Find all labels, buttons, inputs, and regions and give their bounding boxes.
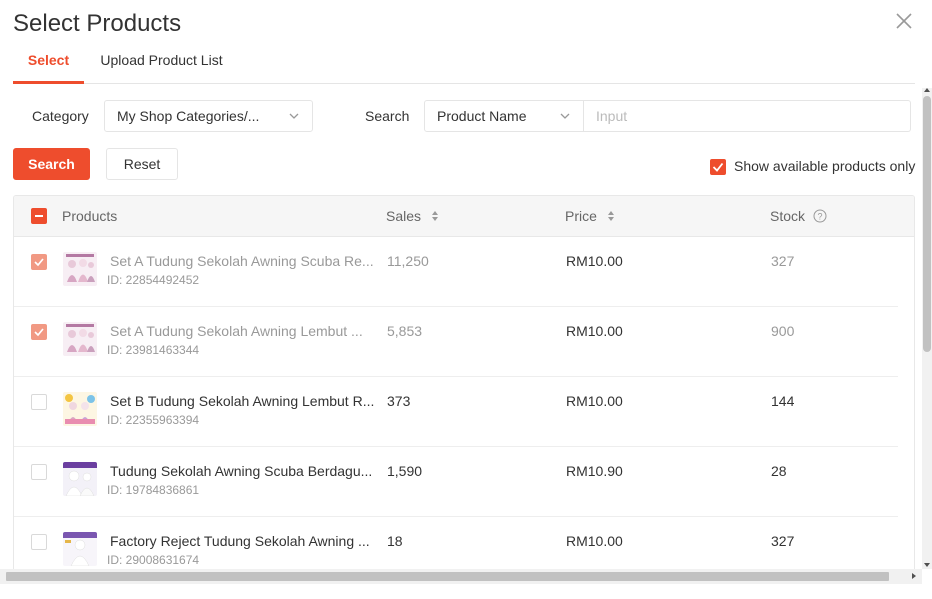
- row-checkbox[interactable]: [31, 534, 47, 550]
- header-price[interactable]: Price: [565, 208, 615, 224]
- header-stock-label: Stock: [770, 208, 806, 224]
- product-id: ID: 19784836861: [107, 483, 200, 497]
- scroll-right-arrow-icon[interactable]: [912, 573, 916, 579]
- scroll-down-arrow-icon[interactable]: [924, 563, 930, 567]
- tab-select[interactable]: Select: [13, 44, 84, 84]
- category-label: Category: [32, 108, 89, 124]
- product-thumbnail: [63, 392, 97, 426]
- chevron-down-icon: [289, 113, 299, 119]
- available-only-checkbox[interactable]: [710, 159, 726, 175]
- product-id: ID: 22355963394: [107, 413, 200, 427]
- product-sales: 18: [387, 533, 403, 549]
- horizontal-scrollbar-thumb[interactable]: [6, 572, 889, 581]
- scroll-up-arrow-icon[interactable]: [924, 88, 930, 92]
- header-products: Products: [62, 208, 118, 224]
- product-name: Set A Tudung Sekolah Awning Scuba Re...: [110, 253, 374, 269]
- table-row[interactable]: Set B Tudung Sekolah Awning Lembut R... …: [14, 377, 898, 447]
- product-stock: 28: [771, 463, 787, 479]
- products-table: Products Sales Price Stock ? Set A Tudun…: [13, 195, 915, 569]
- category-select-value: My Shop Categories/...: [117, 108, 260, 124]
- product-price: RM10.00: [566, 393, 623, 409]
- table-row[interactable]: Tudung Sekolah Awning Scuba Berdagu... I…: [14, 447, 898, 517]
- product-thumbnail: [63, 252, 97, 286]
- product-id: ID: 29008631674: [107, 553, 200, 567]
- search-field-value: Product Name: [437, 108, 527, 124]
- search-input[interactable]: Input: [584, 100, 911, 132]
- product-name: Tudung Sekolah Awning Scuba Berdagu...: [110, 463, 373, 479]
- search-field-select[interactable]: Product Name: [424, 100, 584, 132]
- header-sales-label: Sales: [386, 208, 422, 224]
- sort-icon: [607, 211, 614, 221]
- row-checkbox[interactable]: [31, 394, 47, 410]
- search-input-placeholder: Input: [596, 108, 628, 124]
- svg-text:?: ?: [817, 212, 822, 222]
- chevron-down-icon: [560, 113, 570, 119]
- search-label: Search: [365, 108, 410, 124]
- tab-upload-product-list[interactable]: Upload Product List: [100, 44, 223, 84]
- product-sales: 373: [387, 393, 411, 409]
- product-id: ID: 22854492452: [107, 273, 200, 287]
- vertical-scrollbar-thumb[interactable]: [923, 96, 931, 352]
- product-thumbnail: [63, 532, 97, 566]
- product-price: RM10.00: [566, 533, 623, 549]
- row-checkbox[interactable]: [31, 464, 47, 480]
- checkmark-icon: [34, 328, 44, 337]
- product-name: Set B Tudung Sekolah Awning Lembut R...: [110, 393, 375, 409]
- header-price-label: Price: [565, 208, 597, 224]
- product-stock: 327: [771, 253, 795, 269]
- select-all-checkbox[interactable]: [31, 208, 47, 224]
- product-sales: 1,590: [387, 463, 423, 479]
- tab-bar: Select Upload Product List: [13, 44, 915, 84]
- table-row[interactable]: Factory Reject Tudung Sekolah Awning ...…: [14, 517, 898, 569]
- product-thumbnail: [63, 322, 97, 356]
- search-button[interactable]: Search: [13, 148, 90, 180]
- dialog-title: Select Products: [13, 10, 182, 37]
- product-name: Set A Tudung Sekolah Awning Lembut ...: [110, 323, 363, 339]
- product-thumbnail: [63, 462, 97, 496]
- close-icon: [896, 13, 912, 29]
- product-price: RM10.00: [566, 253, 623, 269]
- product-stock: 900: [771, 323, 795, 339]
- product-price: RM10.00: [566, 323, 623, 339]
- row-checkbox[interactable]: [31, 254, 47, 270]
- table-row[interactable]: Set A Tudung Sekolah Awning Scuba Re... …: [14, 237, 898, 307]
- checkmark-icon: [34, 258, 44, 267]
- help-icon[interactable]: ?: [813, 209, 827, 223]
- header-sales[interactable]: Sales: [386, 208, 439, 224]
- product-name: Factory Reject Tudung Sekolah Awning ...: [110, 533, 370, 549]
- table-row[interactable]: Set A Tudung Sekolah Awning Lembut ... I…: [14, 307, 898, 377]
- row-checkbox[interactable]: [31, 324, 47, 340]
- available-only-label: Show available products only: [734, 158, 916, 174]
- close-button[interactable]: [893, 10, 915, 32]
- vertical-scrollbar[interactable]: [922, 88, 932, 569]
- reset-button[interactable]: Reset: [106, 148, 178, 180]
- header-stock: Stock ?: [770, 208, 827, 224]
- horizontal-scrollbar[interactable]: [0, 569, 922, 584]
- product-id: ID: 23981463344: [107, 343, 200, 357]
- table-header: Products Sales Price Stock ?: [14, 196, 914, 237]
- category-select[interactable]: My Shop Categories/...: [104, 100, 313, 132]
- product-stock: 144: [771, 393, 795, 409]
- checkmark-icon: [712, 162, 724, 172]
- product-sales: 11,250: [387, 253, 429, 269]
- product-sales: 5,853: [387, 323, 423, 339]
- product-stock: 327: [771, 533, 795, 549]
- sort-icon: [431, 211, 438, 221]
- product-price: RM10.90: [566, 463, 623, 479]
- minus-icon: [35, 215, 43, 217]
